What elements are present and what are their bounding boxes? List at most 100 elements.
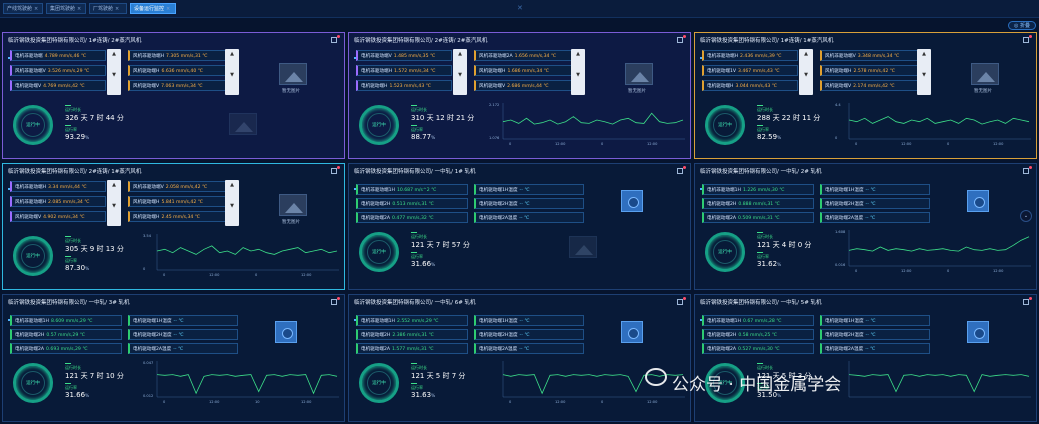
chevron-down-icon[interactable]: ▼ [225,202,239,210]
equipment-panel[interactable]: 临沂钢铁投资集团特钢有限公司/ 2#连铸/ 2#蒸汽风机 电机非驱动端V 1.485… [348,32,691,159]
sensor-label: 电机非驱动端1H [707,319,741,324]
chevron-down-icon[interactable]: ▼ [225,71,239,79]
sensor-label: 电机驱动端2A温度 [825,347,864,352]
scrollbar[interactable]: ▲ ▼ [225,49,239,95]
runtime-label: 运行时长 [65,365,81,370]
chevron-down-icon[interactable]: ▼ [571,71,585,79]
tab-label: 厂驾驶舱 [93,6,114,12]
equipment-panel[interactable]: 临沂钢铁投资集团特钢有限公司/ 2#连铸/ 1#蒸汽风机 电机非驱动端H 3.34 … [2,163,345,290]
equipment-panel[interactable]: 临沂钢铁投资集团特钢有限公司/ 一中轧/ 3# 轧机 电机非驱动端1H 8.609 … [2,294,345,422]
x-tick-label: 0 [855,142,858,146]
close-icon[interactable]: × [77,6,81,12]
scrollbar[interactable]: ▲ ▼ [571,49,585,95]
chevron-down-icon[interactable]: ▼ [799,71,813,79]
sensor-value: 1.226 mm/s,30 ℃ [742,188,785,193]
x-tick-label: 12:00 [647,400,658,404]
scrollbar[interactable]: ▲ ▼ [917,49,931,95]
sensor-row: 电机非驱动端1H 1.226 mm/s,30 ℃ [702,184,814,195]
expand-icon[interactable] [1023,37,1029,43]
alert-dot [337,35,340,38]
sensor-row: 风机驱动端H 2.578 mm/s,42 ℃ [820,65,920,76]
sensor-label: 电机驱动端V [15,84,42,89]
sensor-label: 电机驱动端2A温度 [133,347,172,352]
equipment-panel[interactable]: 临沂钢铁投资集团特钢有限公司/ 一中轧/ 1# 轧机 电机非驱动端1H 10.687… [348,163,691,290]
chevron-down-icon[interactable]: ▼ [107,71,121,79]
sensor-label: 电机非驱动端1H [361,188,395,193]
equipment-panel[interactable]: 临沂钢铁投资集团特钢有限公司/ 一中轧/ 2# 轧机 电机非驱动端1H 1.226 … [694,163,1037,290]
scrollbar[interactable]: ▲ ▼ [107,49,121,95]
expand-icon[interactable] [331,299,337,305]
chevron-up-icon[interactable]: ▲ [917,50,931,58]
sensor-label: 电机驱动端H [707,84,734,89]
sensor-label: 电机非驱动端1H [15,319,49,324]
close-icon[interactable]: × [115,6,119,12]
x-tick-label: 12:00 [647,142,658,146]
chevron-up-icon[interactable]: ▲ [799,50,813,58]
runtime-label: 运行时长 [757,107,773,112]
close-icon[interactable]: × [166,6,170,12]
chevron-up-icon[interactable]: ▲ [571,50,585,58]
sensor-label: 电机驱动端2H温度 [479,333,518,338]
expand-icon[interactable] [331,168,337,174]
chevron-down-icon[interactable]: ▼ [107,202,121,210]
tab-plant-cockpit[interactable]: 厂驾驶舱 × [89,3,127,14]
scrollbar[interactable]: ▲ ▼ [225,180,239,226]
rate-label: 运行率 [757,254,769,259]
equipment-panel[interactable]: 临沂钢铁投资集团特钢有限公司/ 1#连铸/ 1#蒸汽风机 电机非驱动端H 2.436… [694,32,1037,159]
sensor-row: 电机驱动端2A 0.527 mm/s,30 ℃ [702,343,814,354]
scrollbar[interactable]: ▲ ▼ [107,180,121,226]
title-dots [8,44,18,59]
expand-icon[interactable] [677,168,683,174]
trend-chart: 2.172 1.076 0 12:00 0 12:00 [489,101,685,147]
chevron-up-icon[interactable]: ▲ [107,181,121,189]
scroll-down-button[interactable]: ⌄ [1020,210,1032,222]
equipment-panel[interactable]: 临沂钢铁投资集团特钢有限公司/ 一中轧/ 6# 轧机 电机非驱动端1H 2.552 … [348,294,691,422]
sensor-label: 风机驱动端H [825,69,852,74]
close-icon[interactable]: ✕ [517,4,523,12]
sensor-value: 2.552 mm/s,29 ℃ [396,319,439,324]
y-max-label: 3.54 [143,234,152,238]
sensor-row: 电机驱动端1H温度 -- ℃ [820,184,930,195]
expand-icon[interactable] [677,299,683,305]
sensor-row: 电机驱动端2H温度 -- ℃ [820,329,930,340]
x-tick-label: 0 [947,142,950,146]
image-placeholder-icon [279,63,307,85]
close-icon[interactable]: × [34,6,38,12]
rate-number: 31.63 [411,391,432,399]
sensor-row: 电机驱动端1V 3.467 mm/s,43 ℃ [702,65,798,76]
chevron-up-icon[interactable]: ▲ [453,50,467,58]
expand-icon[interactable] [1023,168,1029,174]
expand-icon[interactable] [331,37,337,43]
tab-line-cockpit[interactable]: 产线驾驶舱 × [3,3,43,14]
sensor-row: 电机非驱动端H 3.34 mm/s,44 ℃ [10,181,106,192]
sensor-value: 1.577 mm/s,31 ℃ [392,347,434,352]
sensor-value: 0.477 mm/s,32 ℃ [392,216,434,221]
rate-value: 31.66% [65,391,89,399]
chevron-down-icon[interactable]: ▼ [453,71,467,79]
chevron-up-icon[interactable]: ▲ [225,50,239,58]
sensor-label: 电机驱动端2A温度 [479,347,518,352]
equipment-panel[interactable]: 临沂钢铁投资集团特钢有限公司/ 一中轧/ 5# 轧机 电机非驱动端1H 0.67 m… [694,294,1037,422]
sensor-label: 电机驱动端2H [361,333,391,338]
collapse-button[interactable]: ◎ 折叠 [1008,21,1036,30]
tab-group-cockpit[interactable]: 集团驾驶舱 × [46,3,86,14]
x-tick-label: 12:00 [901,142,912,146]
y-max-label: 1.608 [835,230,846,234]
chevron-up-icon[interactable]: ▲ [107,50,121,58]
scrollbar[interactable]: ▲ ▼ [799,49,813,95]
sensor-label: 风机驱动端H [479,69,506,74]
chevron-up-icon[interactable]: ▲ [225,181,239,189]
chevron-down-icon[interactable]: ▼ [917,71,931,79]
expand-icon[interactable] [677,37,683,43]
sensor-label: 电机驱动端2H [15,333,45,338]
sensor-value: 0.693 mm/s,29 ℃ [46,347,88,352]
sensor-row: 电机驱动端2A 1.577 mm/s,31 ℃ [356,343,468,354]
tab-equipment-monitor[interactable]: 设备运行监控 × [130,3,176,14]
sensor-row: 风机非驱动端H 7.305 mm/s,31 ℃ [128,50,228,61]
sensor-label: 电机非驱动端H [361,69,393,74]
trend-line [848,116,1030,125]
equipment-panel[interactable]: 临沂钢铁投资集团特钢有限公司/ 1#连铸/ 2#蒸汽风机 电机非驱动端 4.789 … [2,32,345,159]
sensor-value: 0.527 mm/s,30 ℃ [738,347,780,352]
scrollbar[interactable]: ▲ ▼ [453,49,467,95]
expand-icon[interactable] [1023,299,1029,305]
